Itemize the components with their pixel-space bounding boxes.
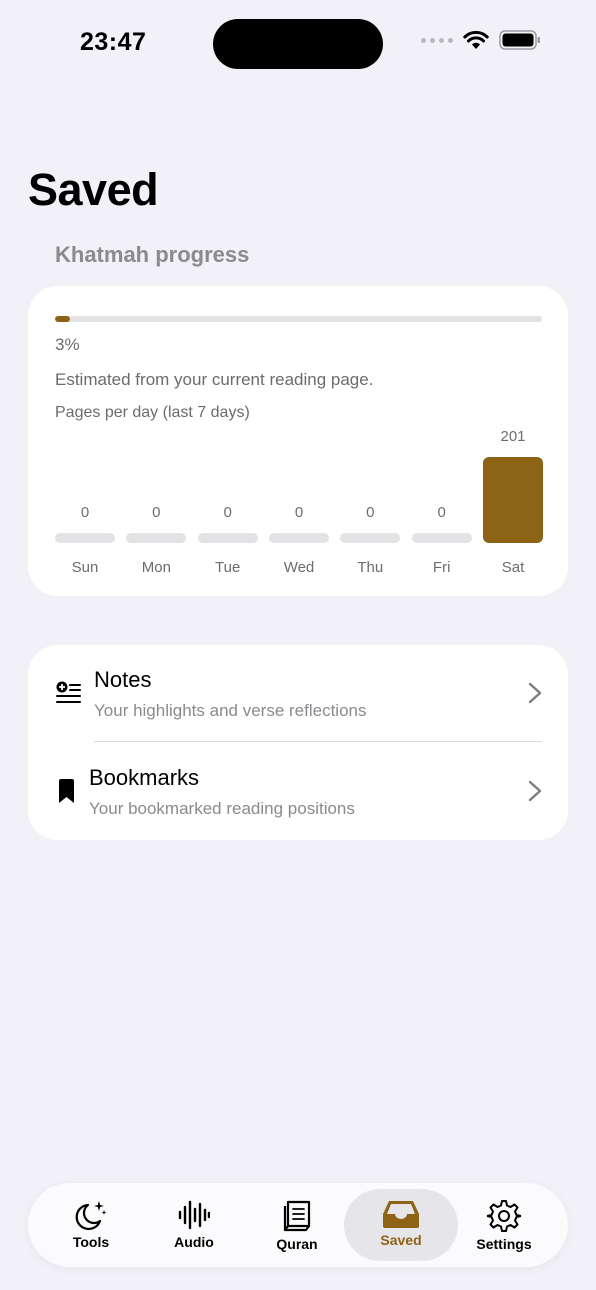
page-title: Saved — [28, 164, 159, 215]
waveform-icon — [178, 1200, 210, 1230]
chart-bar-group: 0 Thu — [340, 426, 401, 576]
notes-title: Notes — [94, 667, 152, 692]
tab-bar: Tools Audio Quran Saved Settings — [28, 1183, 568, 1267]
chart-bar — [55, 533, 115, 543]
signal-dots-icon — [421, 37, 453, 43]
gear-icon — [487, 1200, 521, 1232]
chart-bar — [483, 457, 543, 543]
chart-day-label: Fri — [432, 559, 451, 576]
tab-audio[interactable]: Audio — [137, 1189, 251, 1261]
moon-stars-icon — [75, 1201, 107, 1231]
tray-icon — [383, 1201, 419, 1228]
chart-bar-group: 201 Sat — [483, 426, 543, 576]
status-time: 23:47 — [80, 28, 147, 56]
tab-saved[interactable]: Saved — [344, 1189, 458, 1261]
chart-bar-group: 0 Sun — [55, 426, 115, 576]
chart-bar — [411, 533, 472, 543]
dynamic-island — [213, 19, 383, 69]
chart-day-label: Wed — [283, 559, 315, 576]
chart-value-label: 0 — [80, 504, 90, 521]
khatmah-progress-bar — [55, 316, 542, 322]
chart-bar — [269, 533, 329, 543]
battery-icon — [499, 30, 540, 50]
bookmarks-subtitle: Your bookmarked reading positions — [89, 799, 355, 818]
screen: 23:47 Saved Khatmah progress 3% Estimate… — [0, 0, 596, 1290]
notes-subtitle: Your highlights and verse reflections — [94, 701, 367, 720]
chart-bar — [126, 533, 187, 543]
tab-tools[interactable]: Tools — [34, 1189, 148, 1261]
pages-per-day-chart: 0 Sun 0 Mon 0 Tue 0 Wed 0 Thu 0 Fri 201 Sat — [55, 426, 543, 576]
section-label-khatmah: Khatmah progress — [55, 242, 250, 267]
progress-percent: 3% — [55, 335, 80, 354]
tab-settings[interactable]: Settings — [447, 1189, 561, 1261]
chevron-right-icon — [528, 780, 542, 802]
tab-saved-label: Saved — [380, 1232, 422, 1248]
khatmah-progress-card: 3% Estimated from your current reading p… — [28, 286, 568, 596]
chart-day-label: Sat — [501, 559, 525, 576]
chart-bar — [197, 533, 258, 543]
tab-quran[interactable]: Quran — [240, 1189, 354, 1261]
wifi-icon — [463, 30, 489, 49]
book-icon — [283, 1200, 311, 1232]
progress-note: Estimated from your current reading page… — [55, 370, 374, 389]
chart-bar-group: 0 Mon — [126, 426, 187, 576]
chart-day-label: Mon — [141, 559, 171, 576]
tab-audio-label: Audio — [174, 1234, 214, 1250]
row-divider — [94, 741, 542, 742]
bookmarks-title: Bookmarks — [89, 765, 200, 790]
chart-value-label: 201 — [500, 428, 526, 445]
chart-value-label: 0 — [437, 504, 446, 521]
status-icons — [421, 30, 541, 50]
chart-day-label: Thu — [357, 559, 384, 576]
bookmarks-row[interactable]: Bookmarks Your bookmarked reading positi… — [28, 743, 568, 840]
chart-bar-group: 0 Wed — [269, 426, 329, 576]
tab-quran-label: Quran — [276, 1236, 318, 1252]
tab-tools-label: Tools — [72, 1234, 110, 1250]
chart-value-label: 0 — [152, 504, 161, 521]
chart-value-label: 0 — [223, 504, 232, 521]
chart-value-label: 0 — [294, 504, 304, 521]
chart-day-label: Sun — [71, 559, 99, 576]
chart-value-label: 0 — [366, 504, 375, 521]
chevron-right-icon — [528, 682, 542, 704]
chart-bar-group: 0 Tue — [197, 426, 258, 576]
chart-bar — [340, 533, 401, 543]
notes-icon — [56, 681, 81, 703]
saved-list-card: Notes Your highlights and verse reflecti… — [28, 645, 568, 840]
tab-settings-label: Settings — [476, 1236, 532, 1252]
khatmah-progress-fill — [55, 316, 70, 322]
chart-title: Pages per day (last 7 days) — [55, 404, 250, 421]
chart-bar-group: 0 Fri — [411, 426, 472, 576]
bookmark-icon — [59, 779, 74, 803]
notes-row[interactable]: Notes Your highlights and verse reflecti… — [28, 645, 568, 742]
chart-day-label: Tue — [215, 559, 241, 576]
